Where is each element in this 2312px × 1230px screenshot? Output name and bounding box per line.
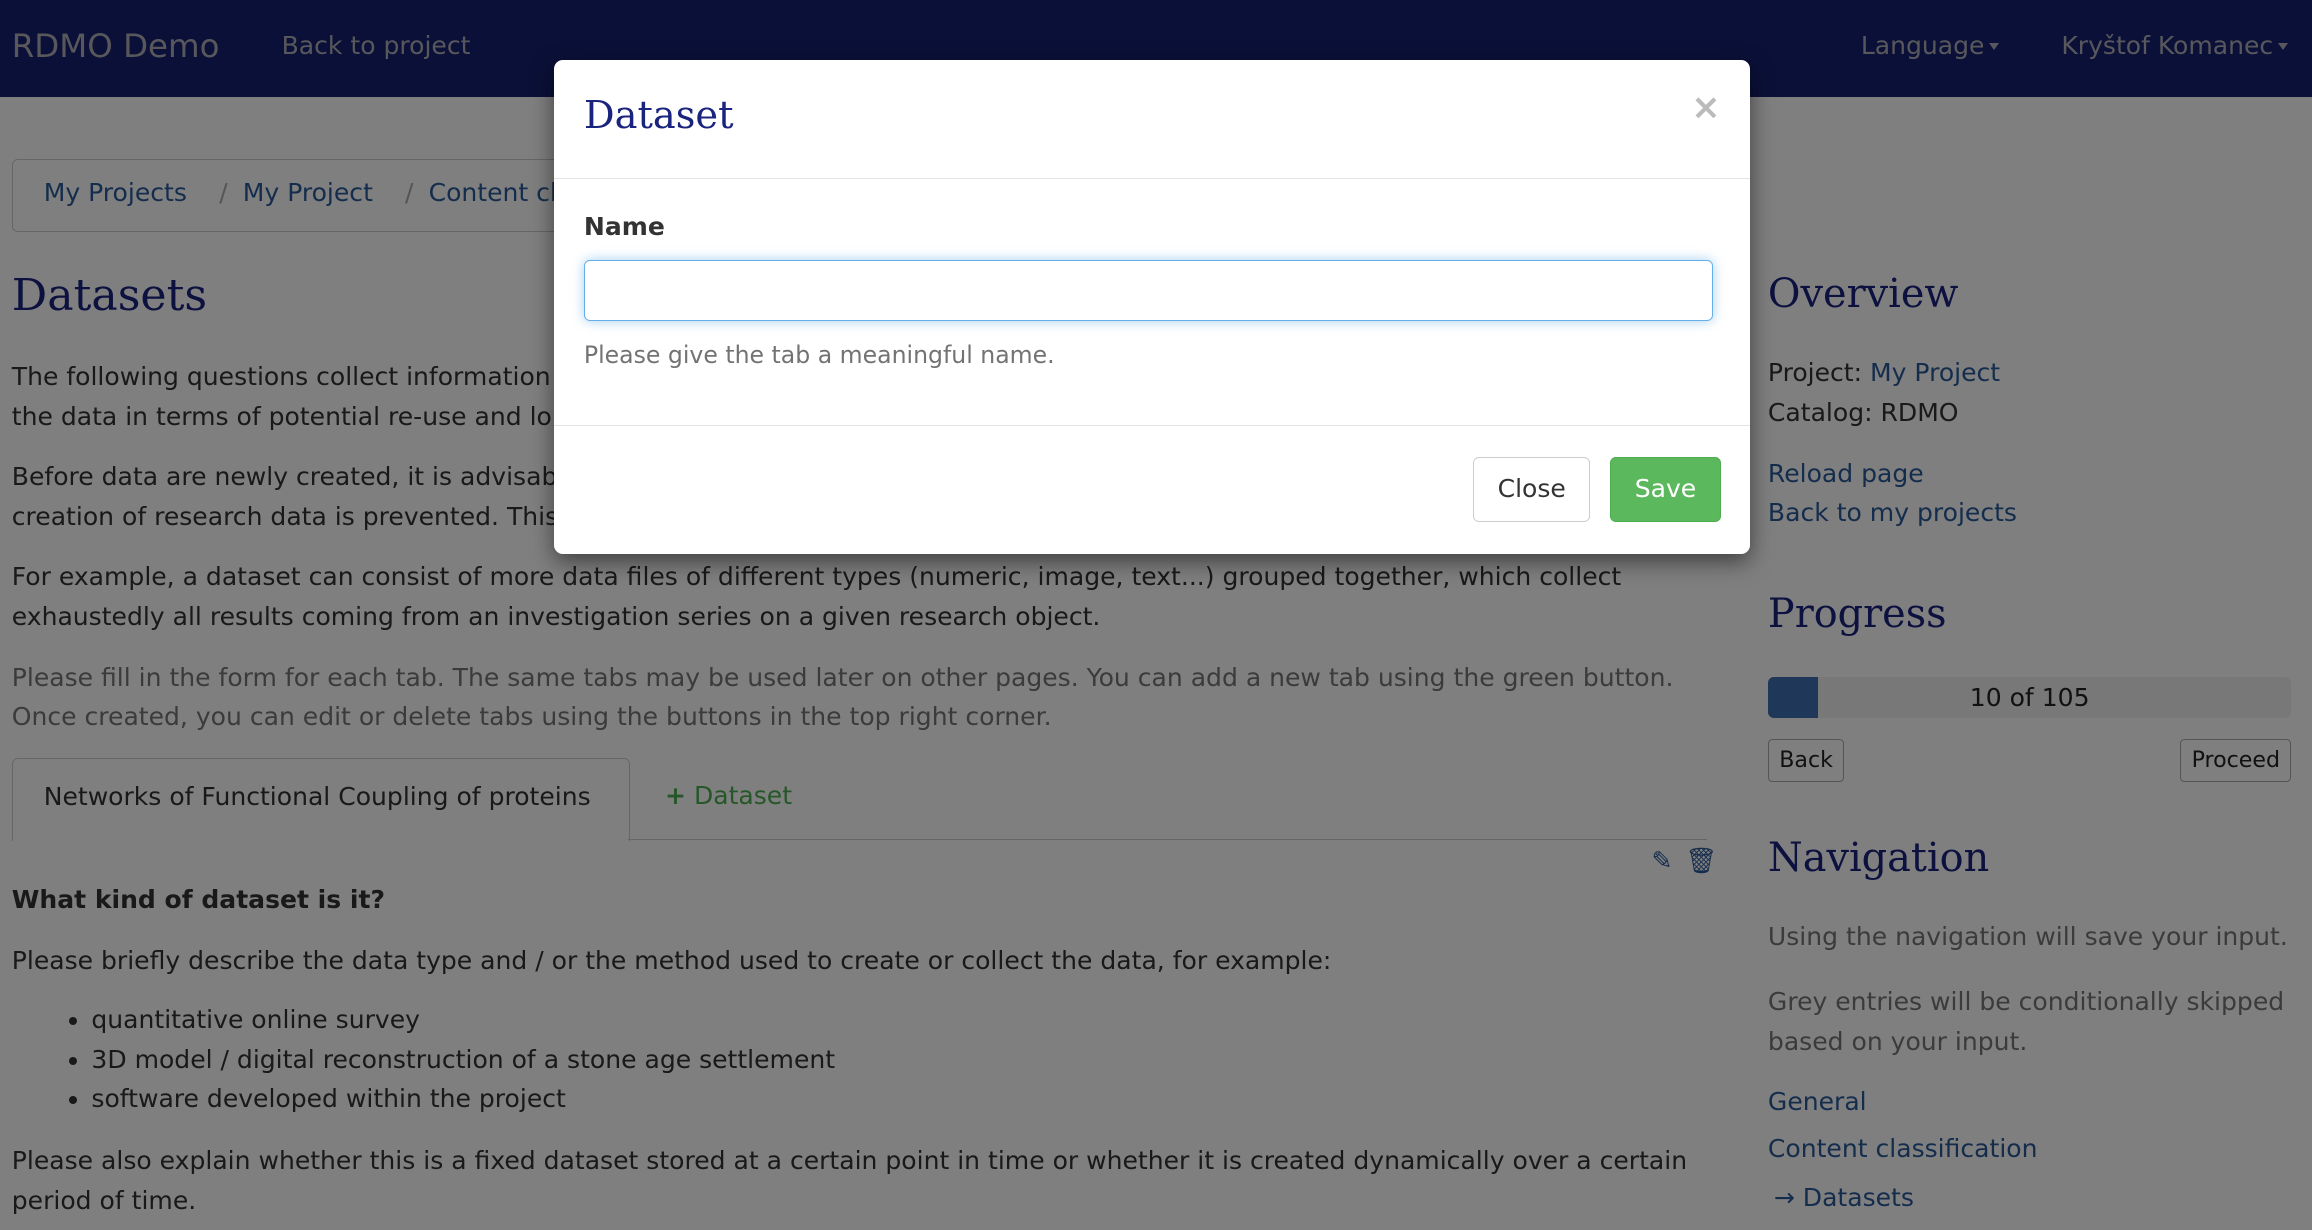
modal-header: Dataset × bbox=[554, 60, 1751, 180]
save-button[interactable]: Save bbox=[1610, 457, 1721, 522]
dataset-modal: Dataset × Name Please give the tab a mea… bbox=[554, 60, 1751, 555]
close-button[interactable]: Close bbox=[1473, 457, 1591, 522]
name-label: Name bbox=[583, 212, 665, 242]
modal-title: Dataset bbox=[583, 92, 734, 138]
page: RDMO Demo Back to project Language Kryšt… bbox=[0, 0, 2312, 1230]
close-icon[interactable]: × bbox=[1691, 87, 1721, 128]
modal-footer-divider bbox=[554, 424, 1751, 426]
name-input[interactable] bbox=[583, 259, 1714, 322]
name-help: Please give the tab a meaningful name. bbox=[583, 340, 1055, 369]
